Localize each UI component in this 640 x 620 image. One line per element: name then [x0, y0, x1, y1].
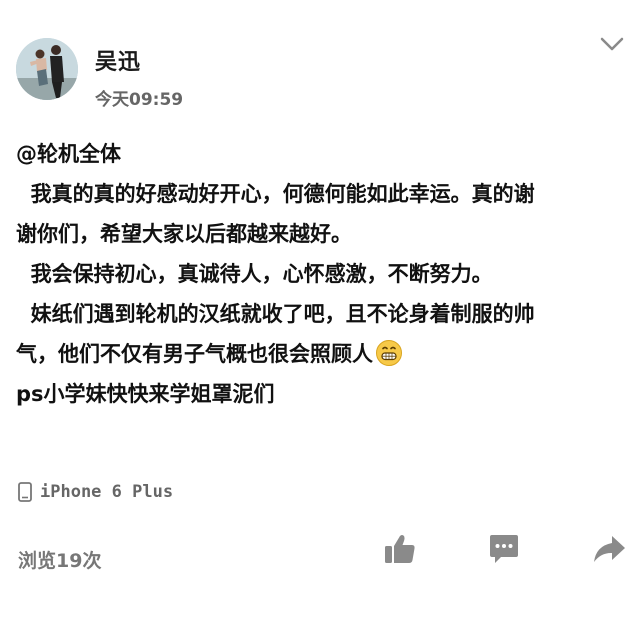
post-line: 我会保持初心，真诚待人，心怀感激，不断努力。 [16, 262, 493, 286]
view-count: 浏览19次 [18, 550, 102, 572]
post-time: 今天09:59 [95, 90, 184, 110]
device-label: iPhone 6 Plus [40, 482, 174, 502]
device-source: iPhone 6 Plus [18, 478, 173, 506]
grin-emoji-icon [376, 340, 402, 366]
post-line: 谢你们，希望大家以后都越来越好。 [16, 222, 352, 246]
post-line: 我真的真的好感动好开心，何德何能如此幸运。真的谢 [16, 182, 535, 206]
post-line: @轮机全体 [16, 142, 121, 166]
share-icon[interactable] [592, 532, 626, 566]
author-name[interactable]: 吴迅 [95, 44, 141, 76]
comment-icon[interactable] [487, 532, 521, 566]
post-line: 妹纸们遇到轮机的汉纸就收了吧，且不论身着制服的帅 [16, 302, 535, 326]
avatar[interactable] [16, 38, 78, 100]
post-body: @轮机全体 我真的真的好感动好开心，何德何能如此幸运。真的谢 谢你们，希望大家以… [16, 134, 628, 414]
post-line: ps小学妹快快来学姐罩泥们 [16, 382, 275, 406]
post-line: 气，他们不仅有男子气概也很会照顾人 [16, 342, 373, 366]
chevron-down-icon[interactable] [598, 34, 626, 54]
avatar-photo [16, 38, 78, 100]
post-line-with-emoji: 气，他们不仅有男子气概也很会照顾人 [16, 334, 628, 374]
thumbs-up-icon[interactable] [383, 532, 417, 566]
phone-icon [18, 482, 32, 502]
